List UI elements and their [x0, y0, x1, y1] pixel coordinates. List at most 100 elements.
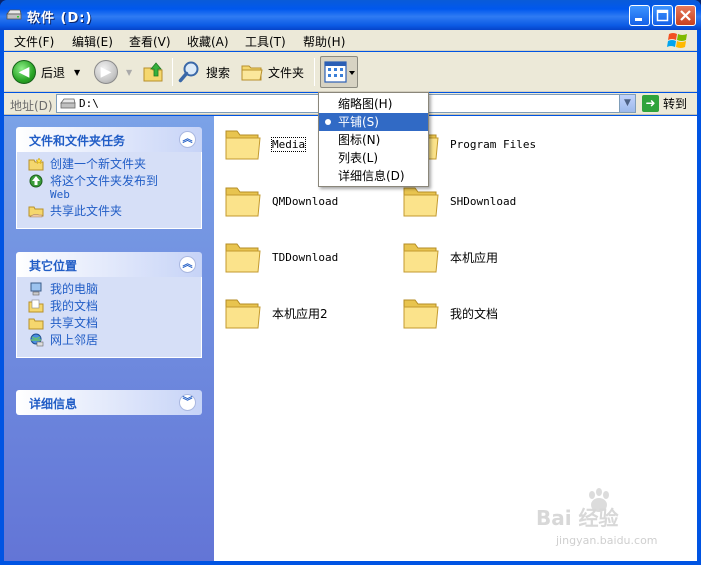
forward-button[interactable]: ▶ ▼ [94, 59, 132, 85]
my-computer-icon [30, 282, 42, 296]
collapse-icon[interactable]: ︽ [179, 131, 196, 148]
forward-dropdown-icon[interactable]: ▼ [126, 68, 132, 77]
minimize-icon [635, 18, 642, 21]
folder-icon [225, 243, 261, 273]
folder-name: 本机应用2 [272, 306, 328, 321]
close-icon [680, 10, 691, 21]
task-share-folder[interactable]: 共享此文件夹 [28, 205, 201, 218]
watermark-url: jingyan.baidu.com [556, 534, 658, 547]
selected-bullet-icon [325, 119, 331, 125]
view-icons[interactable]: 图标(N) [319, 131, 428, 149]
details-panel: 详细信息 ︾ [16, 390, 202, 415]
back-label: 后退 [41, 65, 66, 80]
view-details[interactable]: 详细信息(D) [319, 167, 428, 185]
go-label: 转到 [663, 97, 688, 111]
menu-file[interactable]: 文件(F) [14, 33, 54, 50]
menu-bar: 文件(F) 编辑(E) 查看(V) 收藏(A) 工具(T) 帮助(H) [4, 30, 697, 51]
new-folder-icon [28, 157, 44, 171]
menu-edit[interactable]: 编辑(E) [72, 33, 113, 50]
folder-icon [225, 130, 261, 160]
other-places-panel: 其它位置 ︽ 我的电脑 我的文档 共享文档 网上邻居 [16, 252, 202, 358]
menu-help[interactable]: 帮助(H) [303, 33, 345, 50]
view-thumbnails[interactable]: 缩略图(H) [319, 95, 428, 113]
search-button[interactable]: 搜索 [178, 59, 230, 85]
place-network-places[interactable]: 网上邻居 [28, 333, 201, 347]
back-button[interactable]: ◀ 后退 ▼ [12, 59, 80, 85]
folder-item[interactable]: Media [224, 126, 307, 162]
folder-item[interactable]: TDDownload [224, 239, 338, 275]
folder-name: 我的文档 [450, 306, 499, 321]
panel-title: 文件和文件夹任务 [29, 134, 126, 148]
up-folder-icon [143, 62, 163, 82]
folder-name: SHDownload [450, 194, 517, 208]
task-new-folder[interactable]: 创建一个新文件夹 [28, 157, 201, 171]
windows-logo-icon [667, 33, 687, 48]
share-folder-icon [28, 206, 44, 218]
back-arrow-icon: ◀ [12, 60, 36, 84]
folder-name: Media [270, 136, 307, 152]
folders-label: 文件夹 [268, 65, 305, 80]
folder-item[interactable]: 我的文档 [402, 295, 498, 331]
close-button[interactable] [675, 5, 696, 26]
place-label: 网上邻居 [50, 333, 99, 347]
task-pane: 文件和文件夹任务 ︽ 创建一个新文件夹 将这个文件夹发布到Web 共享此文件夹 [4, 116, 214, 561]
folder-item[interactable]: QMDownload [224, 183, 338, 219]
go-arrow-icon: ➜ [642, 95, 659, 112]
panel-header[interactable]: 文件和文件夹任务 ︽ [16, 127, 202, 152]
go-button[interactable]: ➜ 转到 [642, 95, 687, 112]
place-my-documents[interactable]: 我的文档 [28, 300, 201, 313]
place-shared-documents[interactable]: 共享文档 [28, 317, 201, 330]
title-bar[interactable]: 软件 (D:) [0, 0, 701, 30]
task-publish-web[interactable]: 将这个文件夹发布到 Web [28, 174, 201, 201]
views-button[interactable] [320, 56, 358, 88]
maximize-icon [656, 9, 669, 22]
view-tiles[interactable]: 平铺(S) [319, 113, 428, 131]
publish-web-icon [29, 174, 43, 188]
view-list[interactable]: 列表(L) [319, 149, 428, 167]
network-places-icon [30, 333, 44, 347]
panel-header[interactable]: 其它位置 ︽ [16, 252, 202, 277]
views-dropdown-menu: 缩略图(H) 平铺(S) 图标(N) 列表(L) 详细信息(D) [318, 92, 429, 187]
file-list[interactable]: Media Program Files QMDownload SHDownloa… [214, 116, 697, 561]
place-label: 我的文档 [50, 299, 99, 313]
search-label: 搜索 [206, 65, 231, 80]
search-icon [178, 61, 199, 83]
maximize-button[interactable] [652, 5, 673, 26]
panel-header[interactable]: 详细信息 ︾ [16, 390, 202, 415]
back-dropdown-icon[interactable]: ▼ [74, 68, 80, 77]
menu-tools[interactable]: 工具(T) [245, 33, 286, 50]
folder-item[interactable]: SHDownload [402, 183, 516, 219]
my-documents-icon [28, 299, 44, 313]
explorer-window: 软件 (D:) 文件(F) 编辑(E) 查看(V) 收藏(A) 工具(T) 帮助… [0, 0, 701, 565]
folder-icon [225, 299, 261, 329]
collapse-icon[interactable]: ︽ [179, 256, 196, 273]
folder-icon [403, 299, 439, 329]
folder-name: QMDownload [272, 194, 339, 208]
menu-favorites[interactable]: 收藏(A) [187, 33, 229, 50]
folder-name: Program Files [450, 137, 537, 151]
folder-name: TDDownload [272, 250, 339, 264]
drive-icon [60, 98, 76, 109]
folders-button[interactable]: 文件夹 [240, 59, 304, 85]
panel-title: 详细信息 [29, 397, 78, 411]
task-label: 共享此文件夹 [50, 204, 123, 218]
folder-icon [403, 187, 439, 217]
place-label: 共享文档 [50, 316, 99, 330]
views-icon [324, 61, 355, 83]
menu-view[interactable]: 查看(V) [129, 33, 171, 50]
window-title: 软件 (D:) [27, 11, 93, 26]
folder-item[interactable]: 本机应用2 [224, 295, 328, 331]
folder-icon [403, 243, 439, 273]
watermark-brand: Bai 经验 [536, 506, 619, 530]
address-label: 地址(D) [10, 99, 53, 113]
up-folder-button[interactable] [142, 59, 166, 85]
expand-icon[interactable]: ︾ [179, 394, 196, 411]
place-my-computer[interactable]: 我的电脑 [28, 282, 201, 296]
address-value: D:\ [79, 97, 99, 110]
forward-arrow-icon: ▶ [94, 60, 118, 84]
drive-icon [6, 9, 22, 20]
task-label: 创建一个新文件夹 [50, 157, 147, 171]
folder-item[interactable]: 本机应用 [402, 239, 498, 275]
address-dropdown-icon[interactable]: ▼ [619, 95, 635, 112]
minimize-button[interactable] [629, 5, 650, 26]
